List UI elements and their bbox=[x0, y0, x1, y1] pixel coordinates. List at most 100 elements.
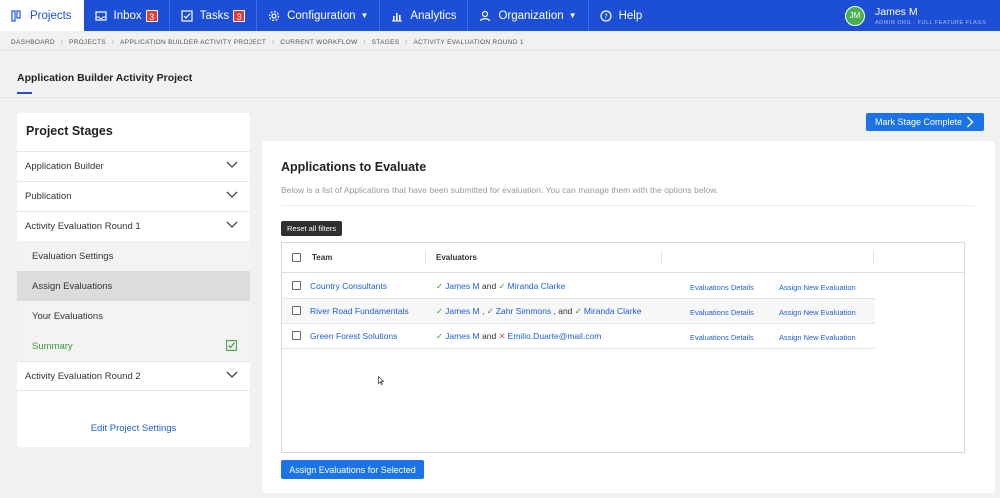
team-link[interactable]: Green Forest Solutions bbox=[310, 331, 397, 341]
nav-projects[interactable]: Projects bbox=[0, 0, 84, 31]
row-checkbox[interactable] bbox=[292, 281, 301, 290]
evaluator-name: Zahr Simmons bbox=[495, 306, 552, 316]
sidebar-item-assign-evaluations[interactable]: Assign Evaluations bbox=[17, 271, 250, 301]
reset-filters-button[interactable]: Reset all filters bbox=[281, 221, 343, 236]
checked-box-icon bbox=[226, 340, 237, 351]
projects-icon bbox=[11, 9, 23, 22]
check-icon: ✓ bbox=[486, 306, 494, 316]
applications-panel: Applications to Evaluate Below is a list… bbox=[262, 141, 995, 493]
sidebar-item-label: Assign Evaluations bbox=[32, 280, 113, 292]
stage-application-builder[interactable]: Application Builder bbox=[17, 151, 250, 181]
column-divider bbox=[661, 250, 662, 264]
breadcrumb-stages[interactable]: STAGES bbox=[372, 39, 400, 46]
mark-stage-complete-button[interactable]: Mark Stage Complete bbox=[866, 113, 984, 131]
evaluations-details-link[interactable]: Evaluations Details bbox=[690, 308, 754, 317]
mouse-cursor-icon bbox=[378, 376, 384, 385]
stage-label: Publication bbox=[25, 191, 72, 202]
team-link[interactable]: River Road Fundamentals bbox=[310, 306, 409, 316]
nav-organization-label: Organization bbox=[498, 9, 564, 22]
assign-new-evaluation-link[interactable]: Assign New Evaluation bbox=[779, 308, 856, 317]
evaluator-declined[interactable]: ✕ Emilio.Duarte@mail.com bbox=[499, 331, 602, 341]
stage-publication[interactable]: Publication bbox=[17, 181, 250, 211]
evaluator-joiner: and bbox=[481, 281, 497, 291]
chevron-down-icon: ▼ bbox=[360, 11, 369, 20]
tasks-badge: 3 bbox=[233, 9, 246, 22]
chevron-down-icon bbox=[226, 161, 238, 168]
user-org: ADMIN ORG - FULL FEATURE FLAGS bbox=[875, 19, 987, 26]
evaluator-assigned[interactable]: ✓ Miranda Clarke bbox=[575, 306, 642, 316]
evaluations-details-link[interactable]: Evaluations Details bbox=[690, 333, 754, 342]
stage-label: Activity Evaluation Round 2 bbox=[25, 370, 141, 382]
table-header: Team Evaluators bbox=[282, 243, 964, 273]
svg-text:?: ? bbox=[604, 12, 608, 20]
column-divider bbox=[425, 250, 426, 264]
breadcrumb: DASHBOARD / PROJECTS / APPLICATION BUILDER… bbox=[11, 39, 524, 46]
bar-chart-icon bbox=[391, 10, 403, 22]
chevron-down-icon bbox=[226, 191, 238, 198]
title-underline bbox=[17, 92, 32, 94]
team-link[interactable]: Country Consultants bbox=[310, 281, 387, 291]
evaluator-assigned[interactable]: ✓ Miranda Clarke bbox=[499, 281, 566, 291]
column-evaluators: Evaluators bbox=[436, 253, 477, 262]
breadcrumb-projects[interactable]: PROJECTS bbox=[69, 39, 106, 46]
section-title: Applications to Evaluate bbox=[281, 160, 427, 174]
evaluators-cell: ✓ James M and ✓ Miranda Clarke bbox=[436, 281, 565, 292]
evaluator-name: James M bbox=[445, 331, 480, 341]
evaluators-cell: ✓ James M and ✕ Emilio.Duarte@mail.com bbox=[436, 331, 601, 342]
nav-analytics[interactable]: Analytics bbox=[380, 0, 469, 31]
check-icon: ✓ bbox=[436, 306, 444, 316]
sidebar-item-summary[interactable]: Summary bbox=[17, 331, 250, 361]
sidebar-item-label: Your Evaluations bbox=[32, 310, 103, 322]
evaluator-assigned[interactable]: ✓ Zahr Simmons bbox=[487, 306, 551, 316]
assign-evaluations-selected-button[interactable]: Assign Evaluations for Selected bbox=[281, 460, 424, 479]
sidebar-item-evaluation-settings[interactable]: Evaluation Settings bbox=[17, 241, 250, 271]
select-all-checkbox[interactable] bbox=[292, 253, 301, 262]
nav-organization[interactable]: Organization ▼ bbox=[468, 0, 589, 31]
edit-project-settings-link[interactable]: Edit Project Settings bbox=[17, 423, 250, 434]
evaluations-details-link[interactable]: Evaluations Details bbox=[690, 283, 754, 292]
divider bbox=[0, 97, 1000, 98]
assign-new-evaluation-link[interactable]: Assign New Evaluation bbox=[779, 333, 856, 342]
gear-icon bbox=[268, 10, 280, 22]
table-row: Country Consultants ✓ James M and ✓ Mirand… bbox=[282, 274, 875, 299]
chevron-down-icon: ▼ bbox=[568, 11, 577, 20]
applications-table: Team Evaluators Country Consultants ✓ Jam… bbox=[281, 242, 965, 453]
divider bbox=[281, 205, 974, 206]
nav-inbox[interactable]: Inbox 3 bbox=[84, 0, 170, 31]
evaluator-assigned[interactable]: ✓ James M bbox=[436, 331, 480, 341]
stage-activity-evaluation-round-2[interactable]: Activity Evaluation Round 2 bbox=[17, 361, 250, 391]
avatar: JM bbox=[845, 5, 865, 26]
nav-tasks[interactable]: Tasks 3 bbox=[170, 0, 258, 31]
user-menu[interactable]: JM James M ADMIN ORG - FULL FEATURE FLAG… bbox=[845, 0, 1000, 31]
evaluator-name: Miranda Clarke bbox=[583, 306, 642, 316]
close-icon: ✕ bbox=[498, 331, 506, 341]
column-divider bbox=[873, 250, 874, 264]
column-team: Team bbox=[312, 253, 333, 262]
chevron-right-icon bbox=[967, 116, 974, 128]
evaluator-assigned[interactable]: ✓ James M bbox=[436, 306, 480, 316]
nav-configuration[interactable]: Configuration ▼ bbox=[257, 0, 381, 31]
assign-new-evaluation-link[interactable]: Assign New Evaluation bbox=[779, 283, 856, 292]
nav-help[interactable]: ? Help bbox=[589, 0, 654, 31]
table-row: River Road Fundamentals ✓ James M , ✓ Zahr… bbox=[282, 299, 875, 324]
stage-activity-evaluation-round-1[interactable]: Activity Evaluation Round 1 bbox=[17, 211, 250, 241]
chevron-down-icon bbox=[226, 371, 238, 378]
check-icon: ✓ bbox=[574, 306, 582, 316]
row-checkbox[interactable] bbox=[292, 306, 301, 315]
help-icon: ? bbox=[599, 9, 612, 22]
top-navigation: Projects Inbox 3 Tasks 3 Configuration ▼… bbox=[0, 0, 1000, 31]
section-description: Below is a list of Applications that hav… bbox=[281, 185, 719, 195]
check-icon: ✓ bbox=[436, 331, 444, 341]
sidebar-item-your-evaluations[interactable]: Your Evaluations bbox=[17, 301, 250, 331]
nav-configuration-label: Configuration bbox=[287, 9, 356, 22]
evaluators-cell: ✓ James M , ✓ Zahr Simmons , and ✓ Miranda … bbox=[436, 306, 642, 317]
row-checkbox[interactable] bbox=[292, 331, 301, 340]
sidebar-item-label: Evaluation Settings bbox=[32, 250, 114, 262]
nav-analytics-label: Analytics bbox=[410, 9, 457, 22]
breadcrumb-dashboard[interactable]: DASHBOARD bbox=[11, 39, 55, 46]
project-stages-panel: Project Stages Application Builder Publi… bbox=[17, 113, 250, 447]
breadcrumb-project[interactable]: APPLICATION BUILDER ACTIVITY PROJECT bbox=[120, 39, 266, 46]
evaluator-assigned[interactable]: ✓ James M bbox=[436, 281, 480, 291]
breadcrumb-workflow[interactable]: CURRENT WORKFLOW bbox=[280, 39, 357, 46]
page-title: Application Builder Activity Project bbox=[17, 72, 193, 84]
